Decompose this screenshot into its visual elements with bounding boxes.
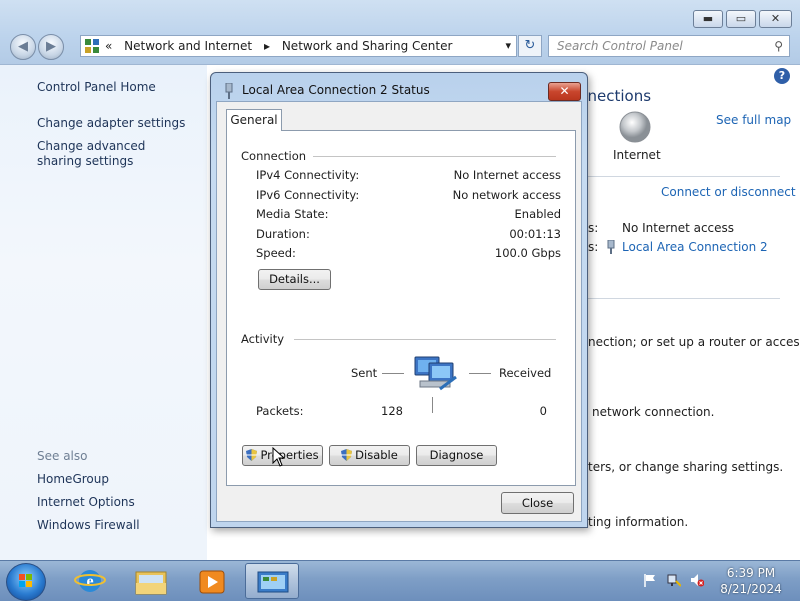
- tab-general[interactable]: General: [226, 109, 282, 131]
- clock-time: 6:39 PM: [726, 566, 776, 580]
- address-bar[interactable]: « Network and Internet ▸ Network and Sha…: [80, 35, 517, 57]
- taskbar-file-explorer[interactable]: [124, 563, 178, 599]
- control-panel-home-link[interactable]: Control Panel Home: [37, 80, 156, 95]
- duration-label: Duration:: [256, 227, 310, 241]
- taskbar-control-panel[interactable]: [245, 563, 299, 599]
- connect-or-disconnect-link[interactable]: Connect or disconnect: [661, 185, 796, 199]
- start-button[interactable]: [6, 563, 46, 601]
- taskbar: e 6:39 PM 8/21/2024: [0, 560, 800, 601]
- system-clock[interactable]: 6:39 PM 8/21/2024: [714, 565, 788, 597]
- media-state-label: Media State:: [256, 207, 329, 221]
- divider: [588, 298, 780, 299]
- disable-button[interactable]: Disable: [329, 445, 410, 466]
- task-setup-connection-fragment: nection; or set up a router or access: [588, 335, 800, 349]
- group-divider: [294, 339, 556, 340]
- media-player-icon: [199, 570, 225, 594]
- dialog-close-button[interactable]: ✕: [548, 82, 581, 101]
- local-area-connection-2-link[interactable]: Local Area Connection 2: [622, 240, 768, 254]
- close-button[interactable]: Close: [501, 492, 574, 514]
- windows-logo-icon: [19, 574, 32, 587]
- media-state-value: Enabled: [514, 207, 561, 221]
- explorer-titlebar: ▬ ▭ ✕ ◀ ▶ « Network and Internet ▸ Netwo…: [0, 0, 800, 65]
- minimize-button[interactable]: ▬: [693, 10, 723, 28]
- taskbar-internet-explorer[interactable]: e: [63, 563, 117, 599]
- help-icon[interactable]: ?: [774, 68, 790, 84]
- see-also-heading: See also: [37, 449, 88, 463]
- search-icon[interactable]: ⚲: [774, 36, 783, 56]
- forward-button[interactable]: ▶: [38, 34, 64, 60]
- volume-muted-icon[interactable]: [690, 573, 704, 587]
- internet-label: Internet: [613, 148, 661, 162]
- clock-date: 8/21/2024: [720, 582, 782, 596]
- breadcrumb-separator[interactable]: ▸: [264, 39, 270, 53]
- left-pane: Control Panel Home Change adapter settin…: [0, 65, 207, 560]
- uac-shield-icon: [246, 449, 258, 461]
- packets-label: Packets:: [256, 404, 304, 418]
- activity-group-heading: Activity: [241, 332, 285, 346]
- received-line: [469, 373, 491, 374]
- internet-options-link[interactable]: Internet Options: [37, 495, 135, 510]
- breadcrumb-prefix[interactable]: «: [105, 39, 112, 53]
- sent-line: [382, 373, 404, 374]
- speed-label: Speed:: [256, 246, 296, 260]
- group-divider: [313, 156, 556, 157]
- control-panel-icon: [85, 39, 99, 53]
- connection-status-dialog: Local Area Connection 2 Status ✕ General…: [210, 72, 588, 528]
- change-advanced-sharing-link[interactable]: Change advanced sharing settings: [37, 139, 187, 169]
- connections-label: s:: [588, 240, 599, 254]
- close-window-button[interactable]: ✕: [759, 10, 792, 28]
- ethernet-connection-icon: [225, 83, 233, 99]
- details-button[interactable]: Details...: [258, 269, 331, 290]
- mouse-cursor-icon: [272, 447, 286, 467]
- change-adapter-settings-link[interactable]: Change adapter settings: [37, 116, 185, 131]
- breadcrumb-network-and-internet[interactable]: Network and Internet: [124, 39, 252, 53]
- maximize-button[interactable]: ▭: [726, 10, 756, 28]
- ipv4-connectivity-label: IPv4 Connectivity:: [256, 168, 360, 182]
- ethernet-connection-icon: [607, 240, 615, 254]
- sent-label: Sent: [351, 366, 378, 380]
- address-dropdown-icon[interactable]: ▾: [505, 36, 511, 56]
- search-input[interactable]: Search Control Panel ⚲: [548, 35, 790, 57]
- task-homegroup-fragment: ters, or change sharing settings.: [588, 460, 784, 474]
- ipv6-connectivity-value: No network access: [452, 188, 561, 202]
- duration-value: 00:01:13: [509, 227, 561, 241]
- network-status-icon: [257, 571, 289, 593]
- taskbar-media-player[interactable]: [185, 563, 239, 599]
- task-troubleshoot-fragment: ting information.: [588, 515, 689, 529]
- internet-globe-icon: [619, 111, 651, 143]
- folder-icon: [135, 571, 167, 595]
- received-label: Received: [499, 366, 552, 380]
- packets-sent-value: 128: [381, 404, 403, 418]
- packets-divider: [432, 397, 433, 413]
- ipv6-connectivity-label: IPv6 Connectivity:: [256, 188, 360, 202]
- speed-value: 100.0 Gbps: [494, 246, 561, 260]
- packets-received-value: 0: [539, 404, 547, 418]
- breadcrumb: « Network and Internet ▸ Network and Sha…: [105, 36, 460, 56]
- general-tab-panel: Connection IPv4 Connectivity: No Interne…: [226, 130, 576, 486]
- action-center-flag-icon[interactable]: [643, 573, 657, 587]
- diagnose-button[interactable]: Diagnose: [416, 445, 497, 466]
- search-placeholder: Search Control Panel: [557, 39, 683, 53]
- disable-button-label: Disable: [355, 448, 398, 462]
- uac-shield-icon: [341, 449, 353, 461]
- refresh-button[interactable]: ↻: [518, 35, 542, 57]
- windows-firewall-link[interactable]: Windows Firewall: [37, 518, 140, 533]
- see-full-map-link[interactable]: See full map: [716, 113, 791, 127]
- properties-button-label: Properties: [260, 448, 319, 462]
- internet-explorer-icon: e: [74, 570, 106, 592]
- connection-group-heading: Connection: [241, 149, 307, 163]
- ipv4-connectivity-value: No Internet access: [453, 168, 561, 182]
- breadcrumb-network-sharing-center[interactable]: Network and Sharing Center: [282, 39, 453, 53]
- dialog-title: Local Area Connection 2 Status: [242, 83, 430, 97]
- network-activity-icon: [414, 356, 457, 391]
- access-type-label: s:: [588, 221, 599, 235]
- dialog-body: General Connection IPv4 Connectivity: No…: [216, 101, 582, 522]
- homegroup-link[interactable]: HomeGroup: [37, 472, 109, 487]
- access-type-value: No Internet access: [622, 221, 735, 235]
- network-tray-icon[interactable]: [667, 573, 681, 587]
- back-button[interactable]: ◀: [10, 34, 36, 60]
- page-heading-fragment: nnections: [578, 87, 652, 105]
- task-connect-network-fragment: network connection.: [592, 405, 715, 419]
- divider: [588, 176, 780, 177]
